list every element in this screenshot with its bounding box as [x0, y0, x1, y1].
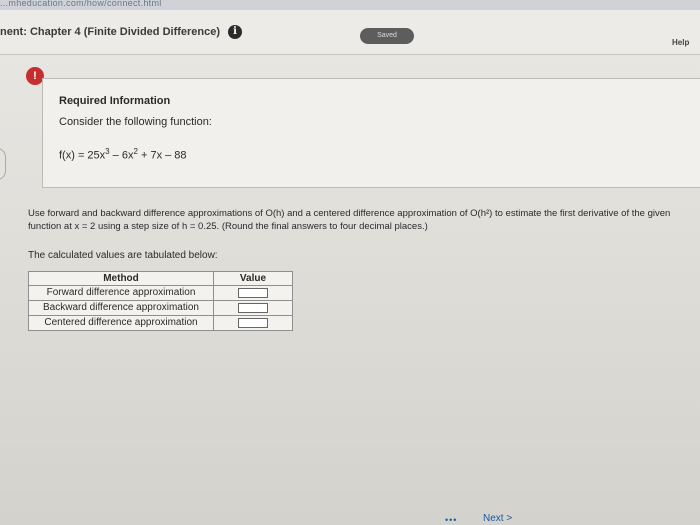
- table-intro: The calculated values are tabulated belo…: [28, 250, 218, 261]
- table-row: Backward difference approximation: [28, 300, 293, 316]
- value-header: Value: [213, 271, 293, 286]
- info-icon[interactable]: i: [228, 25, 242, 39]
- table-row: Forward difference approximation: [28, 285, 293, 301]
- url-text: ...mheducation.com/how/connect.html: [0, 0, 162, 8]
- function-rest: + 7x – 88: [137, 149, 187, 162]
- side-drawer-handle[interactable]: [0, 148, 6, 180]
- method-forward: Forward difference approximation: [28, 285, 214, 301]
- value-cell: [213, 315, 293, 331]
- function-expression: f(x) = 25x3 – 6x2 + 7x – 88: [59, 147, 187, 162]
- value-cell: [213, 300, 293, 316]
- centered-value-input[interactable]: [238, 317, 268, 328]
- table-row: Centered difference approximation: [28, 315, 293, 331]
- required-information-box: Required Information Consider the follow…: [42, 78, 700, 188]
- function-mid: – 6x: [109, 149, 134, 162]
- question-text: Use forward and backward difference appr…: [28, 208, 671, 232]
- assignment-title: nent: Chapter 4 (Finite Divided Differen…: [0, 26, 221, 38]
- method-header: Method: [28, 271, 214, 286]
- method-backward: Backward difference approximation: [28, 300, 214, 316]
- method-centered: Centered difference approximation: [28, 315, 214, 331]
- required-info-prompt: Consider the following function:: [59, 116, 212, 128]
- forward-value-input[interactable]: [238, 287, 268, 298]
- required-info-title: Required Information: [59, 95, 171, 107]
- table-header-row: Method Value: [28, 271, 293, 286]
- results-table: Method Value Forward difference approxim…: [28, 271, 293, 331]
- backward-value-input[interactable]: [238, 302, 268, 313]
- value-cell: [213, 285, 293, 301]
- help-link[interactable]: Help: [672, 38, 689, 47]
- next-button[interactable]: Next >: [483, 513, 512, 524]
- page-dots: •••: [445, 515, 458, 525]
- saved-status-badge: Saved: [360, 28, 414, 44]
- assignment-header: nent: Chapter 4 (Finite Divided Differen…: [0, 10, 700, 55]
- function-lhs: f(x) = 25x: [59, 149, 106, 162]
